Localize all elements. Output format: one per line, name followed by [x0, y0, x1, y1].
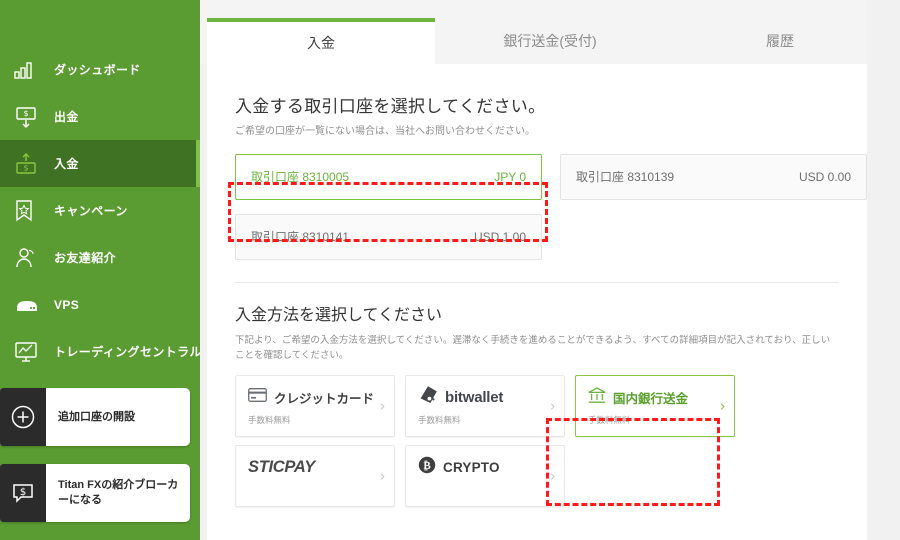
payment-method-name: クレジットカード — [274, 392, 375, 407]
account-balance: USD 1.00 — [473, 229, 526, 244]
payment-method-header: ₿ CRYPTO — [418, 457, 552, 479]
svg-text:₿: ₿ — [423, 459, 431, 472]
main-content: 入金 銀行送金(受付) 履歴 入金する取引口座を選択してください。 ご希望の口座… — [200, 0, 900, 540]
open-additional-account-label: 追加口座の開設 — [58, 410, 135, 423]
sidebar-item-label: 入金 — [54, 157, 79, 171]
bank-icon — [588, 387, 606, 409]
payment-method-crypto[interactable]: ₿ CRYPTO › — [405, 444, 565, 507]
credit-card-icon — [248, 388, 267, 407]
sidebar-item-label: トレーディングセントラル — [54, 345, 202, 359]
payment-method-credit-card[interactable]: クレジットカード 手数料無料 › — [235, 374, 395, 437]
account-card[interactable]: 取引口座 8310141 USD 1.00 — [235, 213, 542, 260]
payment-method-name: bitwallet — [445, 389, 504, 407]
tab-label: 銀行送金(受付) — [503, 33, 597, 49]
account-card[interactable]: 取引口座 8310005 JPY 0 — [235, 153, 542, 200]
tab-label: 入金 — [307, 35, 335, 51]
account-name: 取引口座 8310139 — [576, 170, 675, 184]
become-ib-wrap: $ Titan FXの紹介ブローカーになる — [0, 464, 190, 522]
method-section-description: 下記より、ご希望の入金方法を選択してください。遅滞なく手続きを進めることができる… — [235, 334, 831, 361]
payment-method-fee: 手数料無料 — [248, 414, 291, 425]
account-section-subtitle: ご希望の口座が一覧にない場合は、当社へお問い合わせください。 — [235, 126, 535, 137]
section-divider — [235, 281, 839, 283]
withdraw-icon: $ — [14, 102, 48, 132]
payment-method-fee: 手数料無料 — [588, 414, 631, 425]
account-balance: JPY 0 — [494, 169, 526, 184]
bar-chart-icon — [14, 55, 48, 85]
sidebar-item-deposit[interactable]: $ 入金 — [0, 140, 200, 187]
tab-bank-transfer-reception[interactable]: 銀行送金(受付) — [435, 18, 665, 64]
deposit-panel: 入金する取引口座を選択してください。 ご希望の口座が一覧にない場合は、当社へお問… — [207, 64, 867, 540]
payment-method-list: クレジットカード 手数料無料 › bitwallet 手数料無料 › 国内銀行送… — [235, 374, 735, 507]
sidebar-item-dashboard[interactable]: ダッシュボード — [0, 46, 200, 93]
svg-text:$: $ — [23, 109, 28, 118]
account-name: 取引口座 8310005 — [251, 170, 350, 184]
plus-circle-icon — [0, 388, 46, 446]
chevron-right-icon: › — [550, 397, 555, 415]
payment-method-name: CRYPTO — [443, 460, 500, 476]
open-additional-account-button[interactable]: 追加口座の開設 — [0, 388, 190, 446]
sidebar-item-label: キャンペーン — [54, 204, 128, 218]
open-additional-account-wrap: 追加口座の開設 — [0, 388, 190, 446]
account-name: 取引口座 8310141 — [251, 230, 350, 244]
account-balance: USD 0.00 — [798, 169, 851, 184]
account-list: 取引口座 8310005 JPY 0 取引口座 8310139 USD 0.00… — [235, 153, 867, 260]
bookmark-star-icon — [14, 196, 48, 226]
account-card[interactable]: 取引口座 8310139 USD 0.00 — [560, 153, 867, 200]
method-section-title: 入金方法を選択してください — [235, 306, 443, 324]
tab-deposit[interactable]: 入金 — [207, 18, 435, 64]
sidebar-item-campaign[interactable]: キャンペーン — [0, 187, 200, 234]
payment-method-header: STICPAY — [248, 457, 382, 479]
sidebar: ダッシュボード $ 出金 $ 入金 キャンペーン お友達紹介 VPS トレーディ… — [0, 0, 202, 540]
server-icon — [14, 290, 48, 320]
dollar-speech-icon: $ — [0, 464, 46, 522]
sidebar-item-vps[interactable]: VPS — [0, 281, 200, 328]
monitor-chart-icon — [14, 337, 48, 367]
bitwallet-icon — [418, 385, 438, 410]
tab-label: 履歴 — [766, 33, 794, 49]
become-ib-button[interactable]: $ Titan FXの紹介ブローカーになる — [0, 464, 190, 522]
sidebar-item-label: ダッシュボード — [54, 63, 141, 77]
payment-method-sticpay[interactable]: STICPAY › — [235, 444, 395, 507]
svg-text:$: $ — [20, 487, 26, 498]
chevron-right-icon: › — [380, 397, 385, 415]
app-root: ダッシュボード $ 出金 $ 入金 キャンペーン お友達紹介 VPS トレーディ… — [0, 0, 900, 540]
sidebar-item-label: お友達紹介 — [54, 251, 117, 265]
bitcoin-icon: ₿ — [418, 456, 436, 479]
sidebar-item-label: 出金 — [54, 110, 79, 124]
payment-method-header: クレジットカード — [248, 387, 382, 409]
chevron-right-icon: › — [720, 397, 725, 415]
payment-method-header: bitwallet — [418, 385, 552, 410]
payment-method-name: 国内銀行送金 — [613, 392, 689, 407]
tab-bar: 入金 銀行送金(受付) 履歴 — [200, 0, 900, 64]
svg-text:$: $ — [23, 163, 28, 172]
tab-history[interactable]: 履歴 — [665, 18, 895, 64]
sidebar-item-label: VPS — [54, 297, 80, 312]
payment-method-header: 国内銀行送金 — [588, 387, 722, 409]
sidebar-item-withdraw[interactable]: $ 出金 — [0, 93, 200, 140]
chevron-right-icon: › — [380, 467, 385, 485]
sidebar-item-referral[interactable]: お友達紹介 — [0, 234, 200, 281]
account-section-title: 入金する取引口座を選択してください。 — [235, 97, 546, 116]
person-icon — [14, 243, 48, 273]
deposit-icon: $ — [14, 149, 48, 179]
become-ib-label: Titan FXの紹介ブローカーになる — [58, 479, 179, 506]
sidebar-item-trading-central[interactable]: トレーディングセントラル — [0, 328, 202, 375]
payment-method-fee: 手数料無料 — [418, 414, 461, 425]
payment-method-bitwallet[interactable]: bitwallet 手数料無料 › — [405, 374, 565, 437]
payment-method-domestic-bank-transfer[interactable]: 国内銀行送金 手数料無料 › — [575, 374, 735, 437]
scroll-gutter[interactable] — [867, 0, 900, 540]
chevron-right-icon: › — [550, 467, 555, 485]
payment-method-name: STICPAY — [248, 458, 315, 477]
